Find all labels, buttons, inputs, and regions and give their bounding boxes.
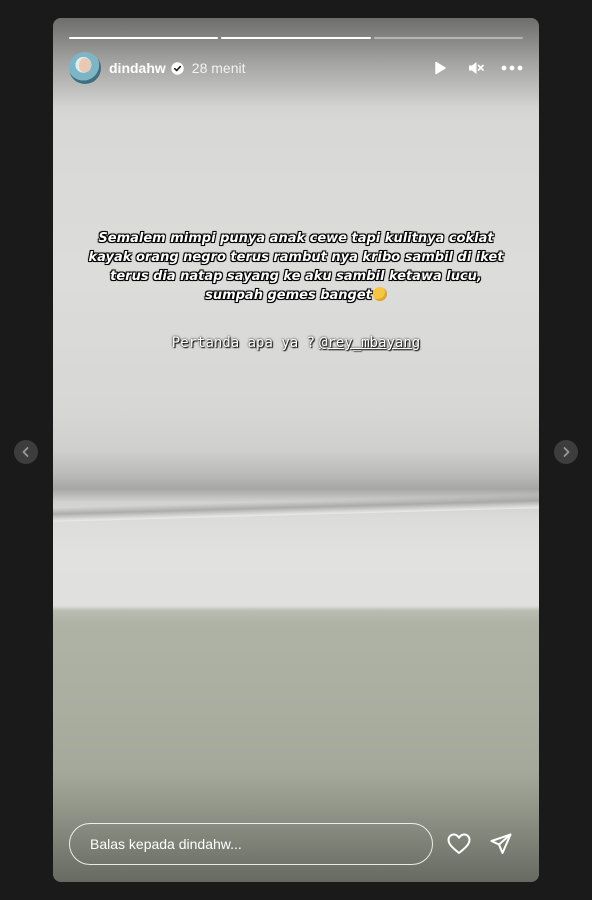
unmute-button[interactable]: [465, 57, 487, 79]
mention-link[interactable]: @rey_mbayang: [319, 335, 420, 351]
progress-segment: [221, 37, 371, 39]
wall-ledge: [53, 494, 539, 522]
question-text: Pertanda apa ya ?: [171, 335, 316, 351]
timestamp: 28 menit: [191, 60, 246, 76]
reply-bar: [69, 822, 523, 866]
story-viewer[interactable]: dindahw 28 menit Semalem mimpi punya ana…: [53, 18, 539, 882]
heart-icon: [447, 833, 471, 854]
share-button[interactable]: [488, 831, 514, 857]
muted-speaker-icon: [469, 62, 484, 74]
progress-segment: [69, 37, 219, 39]
username[interactable]: dindahw: [109, 60, 166, 76]
progress-segment: [373, 37, 523, 39]
play-button[interactable]: [429, 57, 451, 79]
chevron-right-icon: [563, 447, 570, 457]
send-icon: [490, 833, 512, 854]
reply-input[interactable]: [69, 823, 433, 865]
like-button[interactable]: [446, 831, 472, 857]
verified-badge-icon: [171, 61, 184, 75]
chevron-left-icon: [22, 447, 29, 457]
play-icon: [435, 61, 446, 75]
more-icon: [501, 65, 523, 71]
emoji-icon: [372, 287, 387, 301]
avatar[interactable]: [69, 52, 101, 84]
previous-story-button[interactable]: [14, 440, 38, 464]
story-question: Pertanda apa ya ? @rey_mbayang: [53, 335, 539, 351]
next-story-button[interactable]: [554, 440, 578, 464]
caption-text: Semalem mimpi punya anak cewe tapi kulit…: [88, 231, 504, 303]
more-options-button[interactable]: [501, 57, 523, 79]
story-progress-bar: [69, 37, 523, 40]
story-header: dindahw 28 menit: [69, 52, 523, 84]
story-caption: Semalem mimpi punya anak cewe tapi kulit…: [79, 229, 513, 305]
